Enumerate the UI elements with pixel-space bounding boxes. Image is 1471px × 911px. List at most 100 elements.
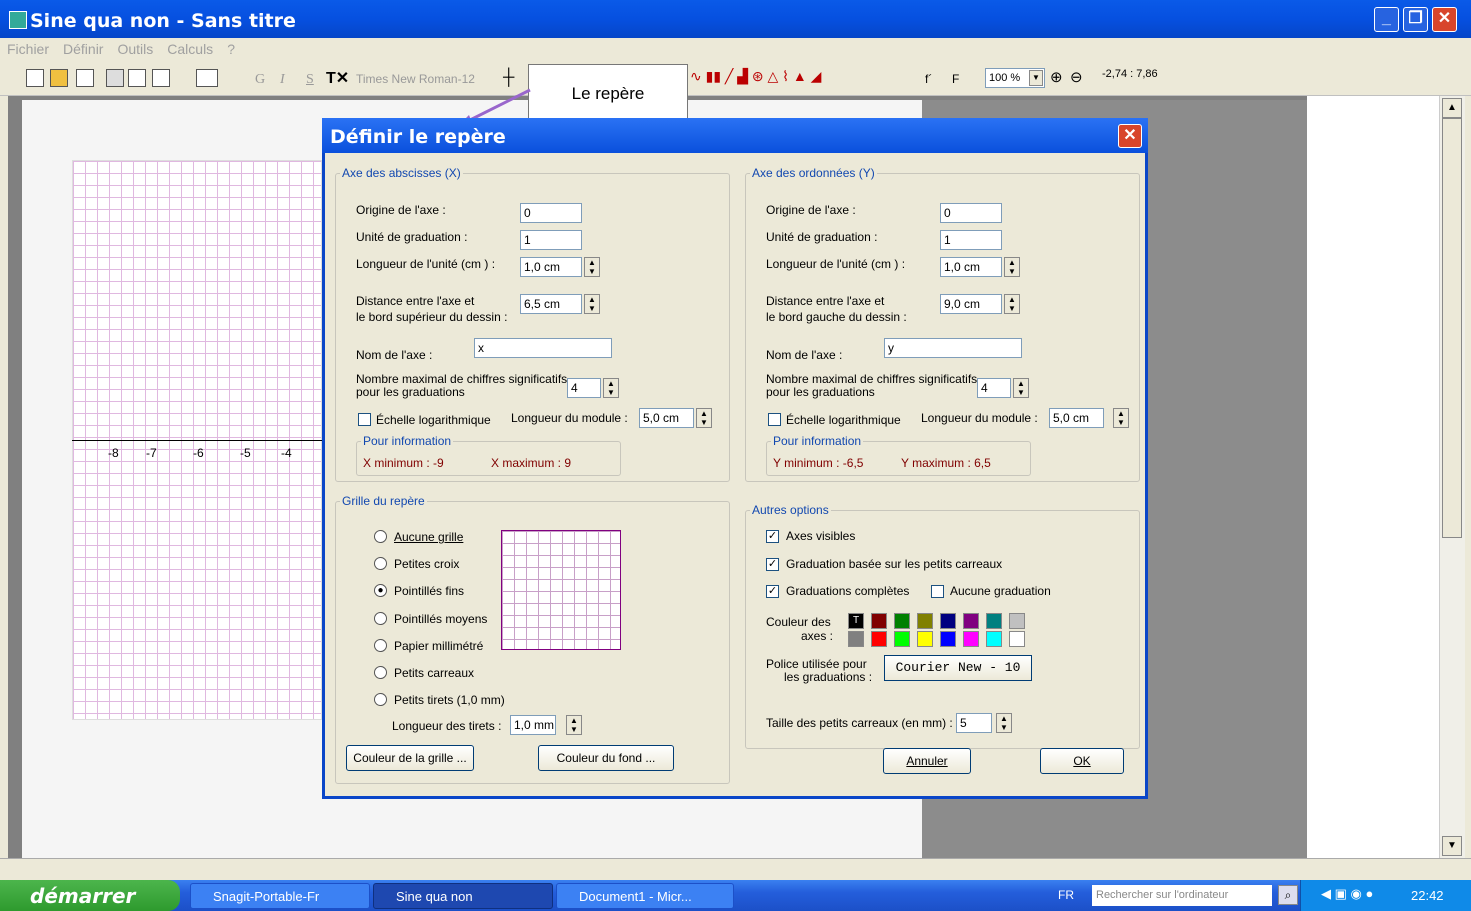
menu-outils[interactable]: Outils bbox=[117, 41, 153, 57]
y-unit-input[interactable]: 1 bbox=[940, 230, 1002, 250]
color-swatch[interactable] bbox=[940, 631, 956, 647]
color-swatch[interactable] bbox=[986, 613, 1002, 629]
color-swatch[interactable] bbox=[917, 631, 933, 647]
color-swatch[interactable] bbox=[871, 613, 887, 629]
background-color-button[interactable]: Couleur du fond ... bbox=[538, 745, 674, 771]
x-dist-spinner[interactable]: ▲ ▼ bbox=[584, 294, 600, 314]
x-length-input[interactable]: 1,0 cm bbox=[520, 257, 582, 277]
color-swatch[interactable] bbox=[894, 631, 910, 647]
italic-icon[interactable]: I bbox=[280, 72, 285, 88]
color-swatch[interactable] bbox=[1009, 631, 1025, 647]
grid-radio[interactable] bbox=[374, 557, 387, 570]
bold-icon[interactable]: G bbox=[255, 72, 265, 88]
scroll-thumb[interactable] bbox=[1442, 118, 1462, 538]
close-button[interactable]: ✕ bbox=[1432, 7, 1457, 32]
color-swatch[interactable] bbox=[986, 631, 1002, 647]
y-dist-spinner[interactable]: ▲ ▼ bbox=[1004, 294, 1020, 314]
y-log-checkbox[interactable] bbox=[768, 413, 781, 426]
y-name-input[interactable]: y bbox=[884, 338, 1022, 358]
language-indicator[interactable]: FR bbox=[1058, 888, 1074, 902]
menu-definir[interactable]: Définir bbox=[63, 41, 103, 57]
strike-icon[interactable]: S bbox=[306, 72, 314, 88]
clear-format-icon[interactable]: T✕ bbox=[326, 68, 349, 88]
text-box-icon[interactable] bbox=[196, 69, 218, 87]
grid-radio[interactable] bbox=[374, 612, 387, 625]
x-length-spinner[interactable]: ▲ ▼ bbox=[584, 257, 600, 277]
dash-length-input[interactable]: 1,0 mm bbox=[510, 715, 556, 735]
y-module-spinner[interactable]: ▲ ▼ bbox=[1113, 408, 1129, 428]
y-dist-input[interactable]: 9,0 cm bbox=[940, 294, 1002, 314]
grid-color-button[interactable]: Couleur de la grille ... bbox=[346, 745, 474, 771]
color-swatch[interactable] bbox=[1009, 613, 1025, 629]
scroll-up-arrow[interactable]: ▲ bbox=[1442, 98, 1462, 118]
y-origin-input[interactable]: 0 bbox=[940, 203, 1002, 223]
grad-small-checkbox[interactable]: ✓ bbox=[766, 558, 779, 571]
minimize-button[interactable]: _ bbox=[1374, 7, 1399, 32]
print-icon[interactable] bbox=[76, 69, 94, 87]
color-swatch[interactable]: T bbox=[848, 613, 864, 629]
grid-radio[interactable] bbox=[374, 693, 387, 706]
graduation-font-button[interactable]: Courier New - 10 bbox=[884, 655, 1032, 681]
zoom-in-icon[interactable]: ⊕ bbox=[1050, 68, 1063, 86]
color-swatch[interactable] bbox=[940, 613, 956, 629]
color-swatch[interactable] bbox=[917, 613, 933, 629]
x-dist-input[interactable]: 6,5 cm bbox=[520, 294, 582, 314]
x-unit-input[interactable]: 1 bbox=[520, 230, 582, 250]
dash-length-spinner[interactable]: ▲ ▼ bbox=[566, 715, 582, 735]
font-selector[interactable]: Times New Roman-12 bbox=[356, 72, 475, 86]
taskbar-item-snagit[interactable]: Snagit-Portable-Fr bbox=[190, 883, 370, 909]
grid-radio[interactable] bbox=[374, 666, 387, 679]
taskbar-item-sine-qua-non[interactable]: Sine qua non bbox=[373, 883, 553, 909]
grad-full-checkbox[interactable]: ✓ bbox=[766, 585, 779, 598]
color-swatch[interactable] bbox=[963, 613, 979, 629]
x-sig-spinner[interactable]: ▲ ▼ bbox=[603, 378, 619, 398]
small-square-size-spinner[interactable]: ▲ ▼ bbox=[996, 713, 1012, 733]
y-length-input[interactable]: 1,0 cm bbox=[940, 257, 1002, 277]
tray-icons[interactable]: ◀ ▣ ◉ ● bbox=[1321, 886, 1373, 902]
color-swatch[interactable] bbox=[894, 613, 910, 629]
scroll-down-arrow[interactable]: ▼ bbox=[1442, 836, 1462, 856]
dialog-close-button[interactable]: ✕ bbox=[1118, 124, 1142, 148]
x-module-spinner[interactable]: ▲ ▼ bbox=[696, 408, 712, 428]
function-tools-icons[interactable]: ∿ ▮▮ ╱ ▟ ⊛ △ ⌇ ▲ ◢ bbox=[690, 68, 821, 85]
x-log-checkbox[interactable] bbox=[358, 413, 371, 426]
ok-button[interactable]: OK bbox=[1040, 748, 1124, 774]
grid-radio[interactable] bbox=[374, 639, 387, 652]
zoom-out-icon[interactable]: ⊖ bbox=[1070, 68, 1083, 86]
taskbar-item-document[interactable]: Document1 - Micr... bbox=[556, 883, 734, 909]
desktop-search-input[interactable]: Rechercher sur l'ordinateur bbox=[1092, 885, 1272, 906]
new-file-icon[interactable] bbox=[26, 69, 44, 87]
search-icon[interactable]: ⌕ bbox=[1278, 885, 1298, 905]
x-module-input[interactable]: 5,0 cm bbox=[639, 408, 694, 428]
y-module-input[interactable]: 5,0 cm bbox=[1049, 408, 1104, 428]
y-length-spinner[interactable]: ▲ ▼ bbox=[1004, 257, 1020, 277]
primitive-icon[interactable]: F bbox=[952, 72, 959, 86]
cancel-button[interactable]: Annuler bbox=[883, 748, 971, 774]
no-grad-checkbox[interactable] bbox=[931, 585, 944, 598]
grid-radio-selected[interactable]: ● bbox=[374, 584, 387, 597]
color-swatch[interactable] bbox=[848, 631, 864, 647]
x-origin-input[interactable]: 0 bbox=[520, 203, 582, 223]
menu-calculs[interactable]: Calculs bbox=[167, 41, 213, 57]
menu-fichier[interactable]: Fichier bbox=[7, 41, 49, 57]
restore-button[interactable]: ❐ bbox=[1403, 7, 1428, 32]
save-icon[interactable] bbox=[106, 69, 124, 87]
copy-icon[interactable] bbox=[152, 69, 170, 87]
start-button[interactable]: démarrer bbox=[0, 880, 180, 911]
derivative-icon[interactable]: f´ bbox=[925, 72, 932, 86]
x-name-input[interactable]: x bbox=[474, 338, 612, 358]
color-swatch[interactable] bbox=[871, 631, 887, 647]
color-swatch[interactable] bbox=[963, 631, 979, 647]
vertical-scrollbar[interactable]: ▲ ▼ bbox=[1439, 96, 1465, 858]
axes-visible-checkbox[interactable]: ✓ bbox=[766, 530, 779, 543]
y-sig-spinner[interactable]: ▲ ▼ bbox=[1013, 378, 1029, 398]
x-sig-input[interactable]: 4 bbox=[567, 378, 601, 398]
y-sig-input[interactable]: 4 bbox=[977, 378, 1011, 398]
zoom-select[interactable]: 100 % ▼ bbox=[985, 68, 1045, 88]
open-folder-icon[interactable] bbox=[50, 69, 68, 87]
menu-help[interactable]: ? bbox=[227, 41, 235, 57]
small-square-size-input[interactable]: 5 bbox=[956, 713, 992, 733]
grid-radio[interactable] bbox=[374, 530, 387, 543]
preview-icon[interactable] bbox=[128, 69, 146, 87]
chevron-down-icon[interactable]: ▼ bbox=[1029, 70, 1043, 86]
